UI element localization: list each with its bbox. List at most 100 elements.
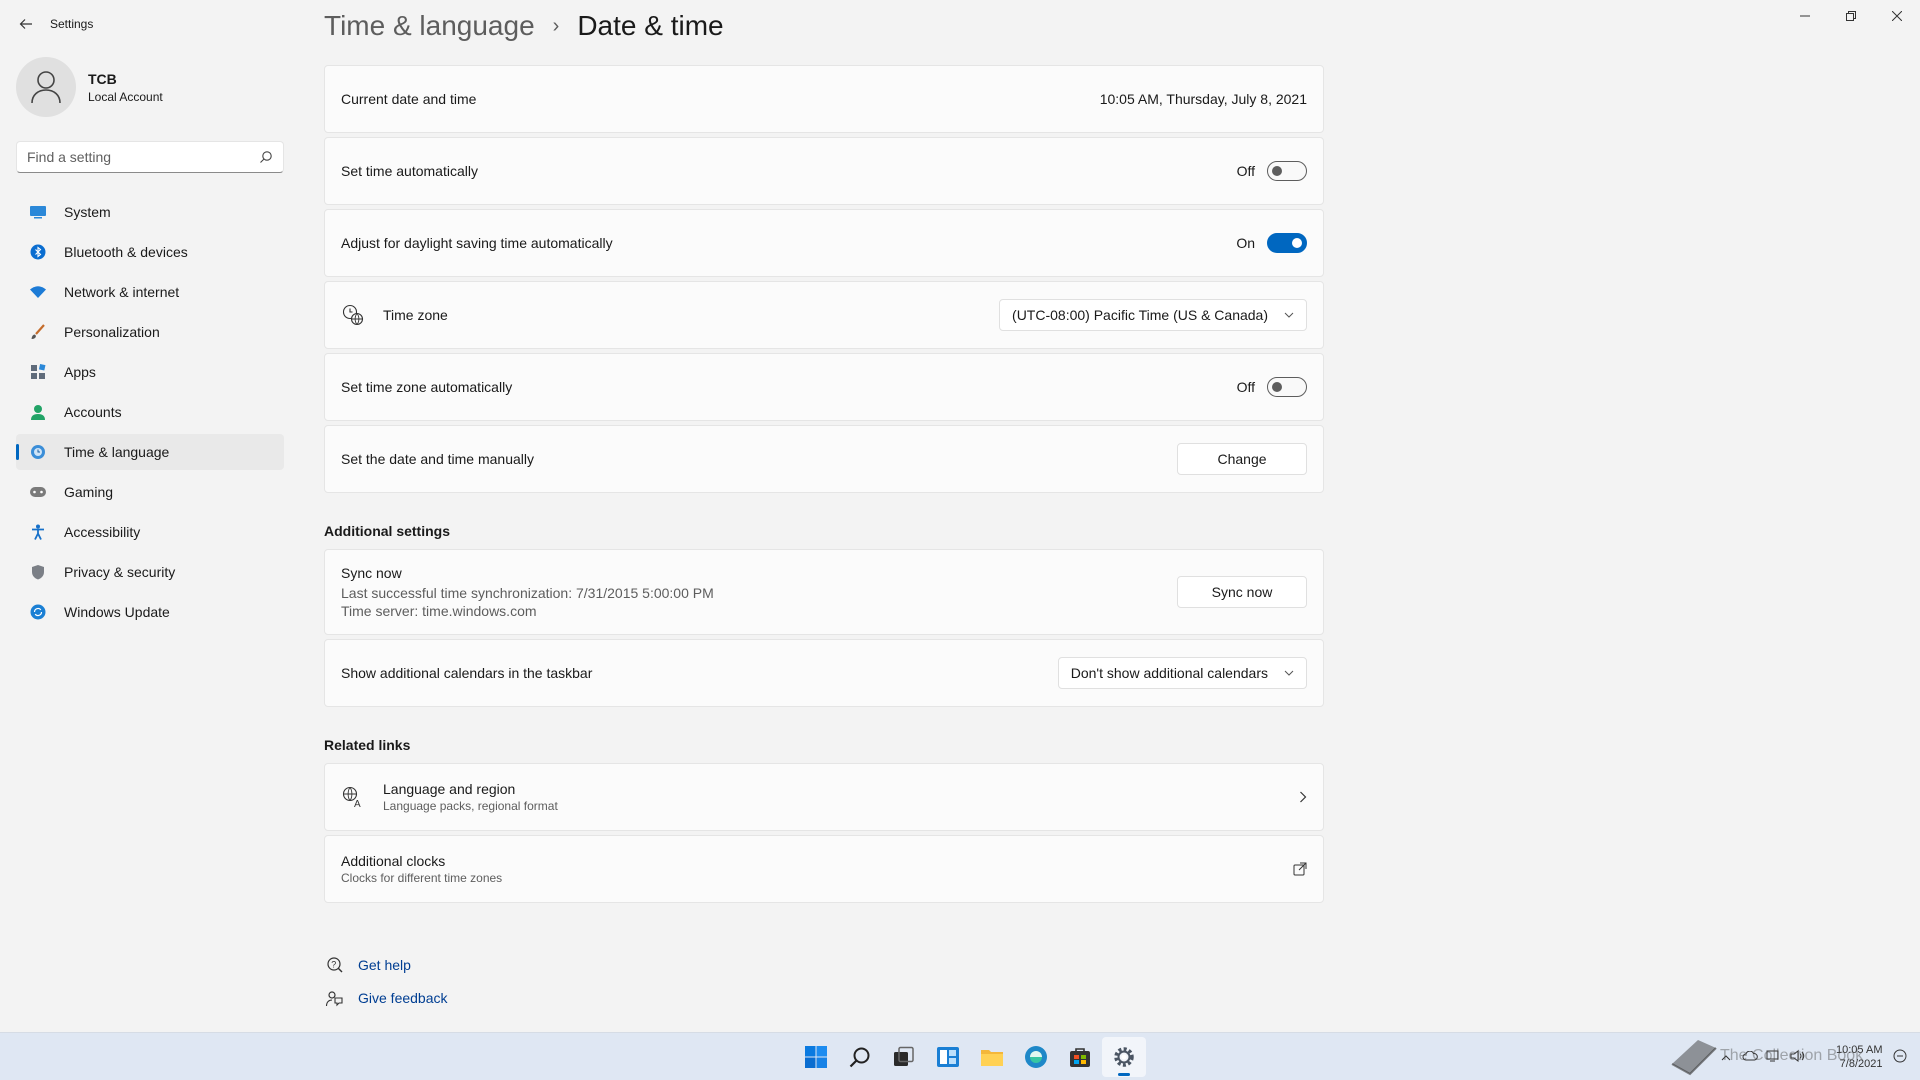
get-help-label: Get help (358, 956, 411, 973)
set-time-auto-toggle[interactable] (1267, 161, 1307, 181)
additional-clocks-link[interactable]: Additional clocks Clocks for different t… (324, 835, 1324, 903)
taskbar-search-button[interactable] (838, 1037, 882, 1077)
close-icon (1892, 11, 1902, 21)
calendars-label: Show additional calendars in the taskbar (341, 665, 593, 681)
manual-date-label: Set the date and time manually (341, 451, 535, 467)
change-button[interactable]: Change (1177, 443, 1307, 475)
sidebar-item-label: Windows Update (64, 604, 170, 620)
gamepad-icon (28, 482, 48, 502)
sync-server: Time server: time.windows.com (341, 603, 537, 619)
clock-date: 7/8/2021 (1839, 1058, 1883, 1070)
taskbar-clock[interactable]: 10:05 AM 7/8/2021 (1836, 1043, 1882, 1071)
globe-clock-icon (28, 442, 48, 462)
sidebar-item-apps[interactable]: Apps (16, 354, 284, 390)
search-box[interactable] (16, 141, 284, 173)
volume-icon[interactable] (1788, 1049, 1808, 1065)
calendars-dropdown[interactable]: Don't show additional calendars (1057, 657, 1307, 689)
tz-auto-state: Off (1236, 379, 1255, 395)
help-icon: ? (324, 956, 344, 974)
breadcrumb-separator: › (552, 14, 560, 37)
clock-time: 10:05 AM (1836, 1044, 1883, 1056)
svg-text:A: A (354, 799, 361, 808)
sync-title: Sync now (341, 565, 402, 581)
back-button[interactable] (12, 10, 40, 38)
language-region-link[interactable]: A Language and region Language packs, re… (324, 763, 1324, 831)
notification-icon[interactable] (1890, 1049, 1910, 1066)
taskbar: 10:05 AM 7/8/2021 (0, 1032, 1920, 1080)
sidebar-item-label: Personalization (64, 324, 160, 340)
sync-now-button[interactable]: Sync now (1177, 576, 1307, 608)
close-button[interactable] (1874, 0, 1920, 32)
sidebar-item-system[interactable]: System (16, 194, 284, 230)
task-view-button[interactable] (882, 1037, 926, 1077)
brush-icon (28, 322, 48, 342)
sidebar-nav: System Bluetooth & devices Network & int… (16, 194, 284, 634)
profile-account-type: Local Account (88, 89, 163, 104)
chevron-down-icon (1284, 670, 1294, 676)
sidebar-item-label: Bluetooth & devices (64, 244, 188, 260)
sidebar-item-gaming[interactable]: Gaming (16, 474, 284, 510)
chevron-right-icon (1300, 791, 1307, 803)
cloud-icon[interactable] (1740, 1050, 1760, 1064)
chevron-up-icon[interactable] (1716, 1050, 1736, 1064)
user-profile[interactable]: TCB Local Account (16, 57, 163, 117)
network-icon[interactable] (1764, 1050, 1784, 1065)
accessibility-icon (28, 522, 48, 542)
sidebar-item-label: Privacy & security (64, 564, 176, 580)
settings-taskbar-button[interactable] (1102, 1037, 1146, 1077)
globe-clock-icon (341, 304, 365, 326)
restore-icon (1846, 11, 1856, 21)
sidebar-item-network[interactable]: Network & internet (16, 274, 284, 310)
minimize-icon (1800, 15, 1810, 17)
restore-button[interactable] (1828, 0, 1874, 32)
minimize-button[interactable] (1782, 0, 1828, 32)
sync-last: Last successful time synchronization: 7/… (341, 585, 714, 601)
breadcrumb-parent[interactable]: Time & language (324, 10, 535, 42)
apps-icon (28, 362, 48, 382)
system-tray: 10:05 AM 7/8/2021 (1716, 1033, 1914, 1080)
sync-card: Sync now Last successful time synchroniz… (324, 549, 1324, 635)
main-content: Current date and time 10:05 AM, Thursday… (324, 65, 1324, 907)
daylight-saving-toggle[interactable] (1267, 233, 1307, 253)
sidebar-item-bluetooth[interactable]: Bluetooth & devices (16, 234, 284, 270)
sidebar-item-time-language[interactable]: Time & language (16, 434, 284, 470)
get-help-link[interactable]: ? Get help (324, 948, 448, 981)
related-links-heading: Related links (324, 737, 411, 753)
sidebar-item-label: Accounts (64, 404, 122, 420)
time-zone-dropdown[interactable]: (UTC-08:00) Pacific Time (US & Canada) (999, 299, 1307, 331)
start-button[interactable] (794, 1037, 838, 1077)
windows-logo-icon (805, 1046, 827, 1068)
give-feedback-link[interactable]: Give feedback (324, 981, 448, 1014)
app-title: Settings (50, 17, 94, 31)
bluetooth-icon (28, 242, 48, 262)
edge-browser-icon (1025, 1046, 1047, 1068)
file-explorer-button[interactable] (970, 1037, 1014, 1077)
sidebar-item-label: System (64, 204, 111, 220)
store-button[interactable] (1058, 1037, 1102, 1077)
sidebar-item-personalization[interactable]: Personalization (16, 314, 284, 350)
time-zone-label: Time zone (383, 307, 448, 323)
language-region-title: Language and region (383, 781, 516, 797)
sidebar-item-accounts[interactable]: Accounts (16, 394, 284, 430)
edge-button[interactable] (1014, 1037, 1058, 1077)
sidebar-item-accessibility[interactable]: Accessibility (16, 514, 284, 550)
current-date-value: 10:05 AM, Thursday, July 8, 2021 (1099, 91, 1307, 107)
additional-settings-heading: Additional settings (324, 523, 450, 539)
set-time-auto-label: Set time automatically (341, 163, 478, 179)
calendars-value: Don't show additional calendars (1070, 665, 1268, 681)
back-arrow-icon (19, 19, 32, 29)
svg-text:?: ? (331, 959, 336, 969)
sidebar-item-privacy[interactable]: Privacy & security (16, 554, 284, 590)
tz-auto-toggle[interactable] (1267, 377, 1307, 397)
help-links: ? Get help Give feedback (324, 948, 448, 1014)
update-icon (28, 602, 48, 622)
sidebar-item-windows-update[interactable]: Windows Update (16, 594, 284, 630)
search-input[interactable] (27, 149, 259, 165)
give-feedback-label: Give feedback (358, 989, 448, 1006)
language-region-subtitle: Language packs, regional format (383, 799, 558, 813)
widgets-button[interactable] (926, 1037, 970, 1077)
page-title: Date & time (577, 10, 724, 41)
shield-icon (28, 562, 48, 582)
current-date-label: Current date and time (341, 91, 477, 107)
manual-date-card: Set the date and time manually Change (324, 425, 1324, 493)
